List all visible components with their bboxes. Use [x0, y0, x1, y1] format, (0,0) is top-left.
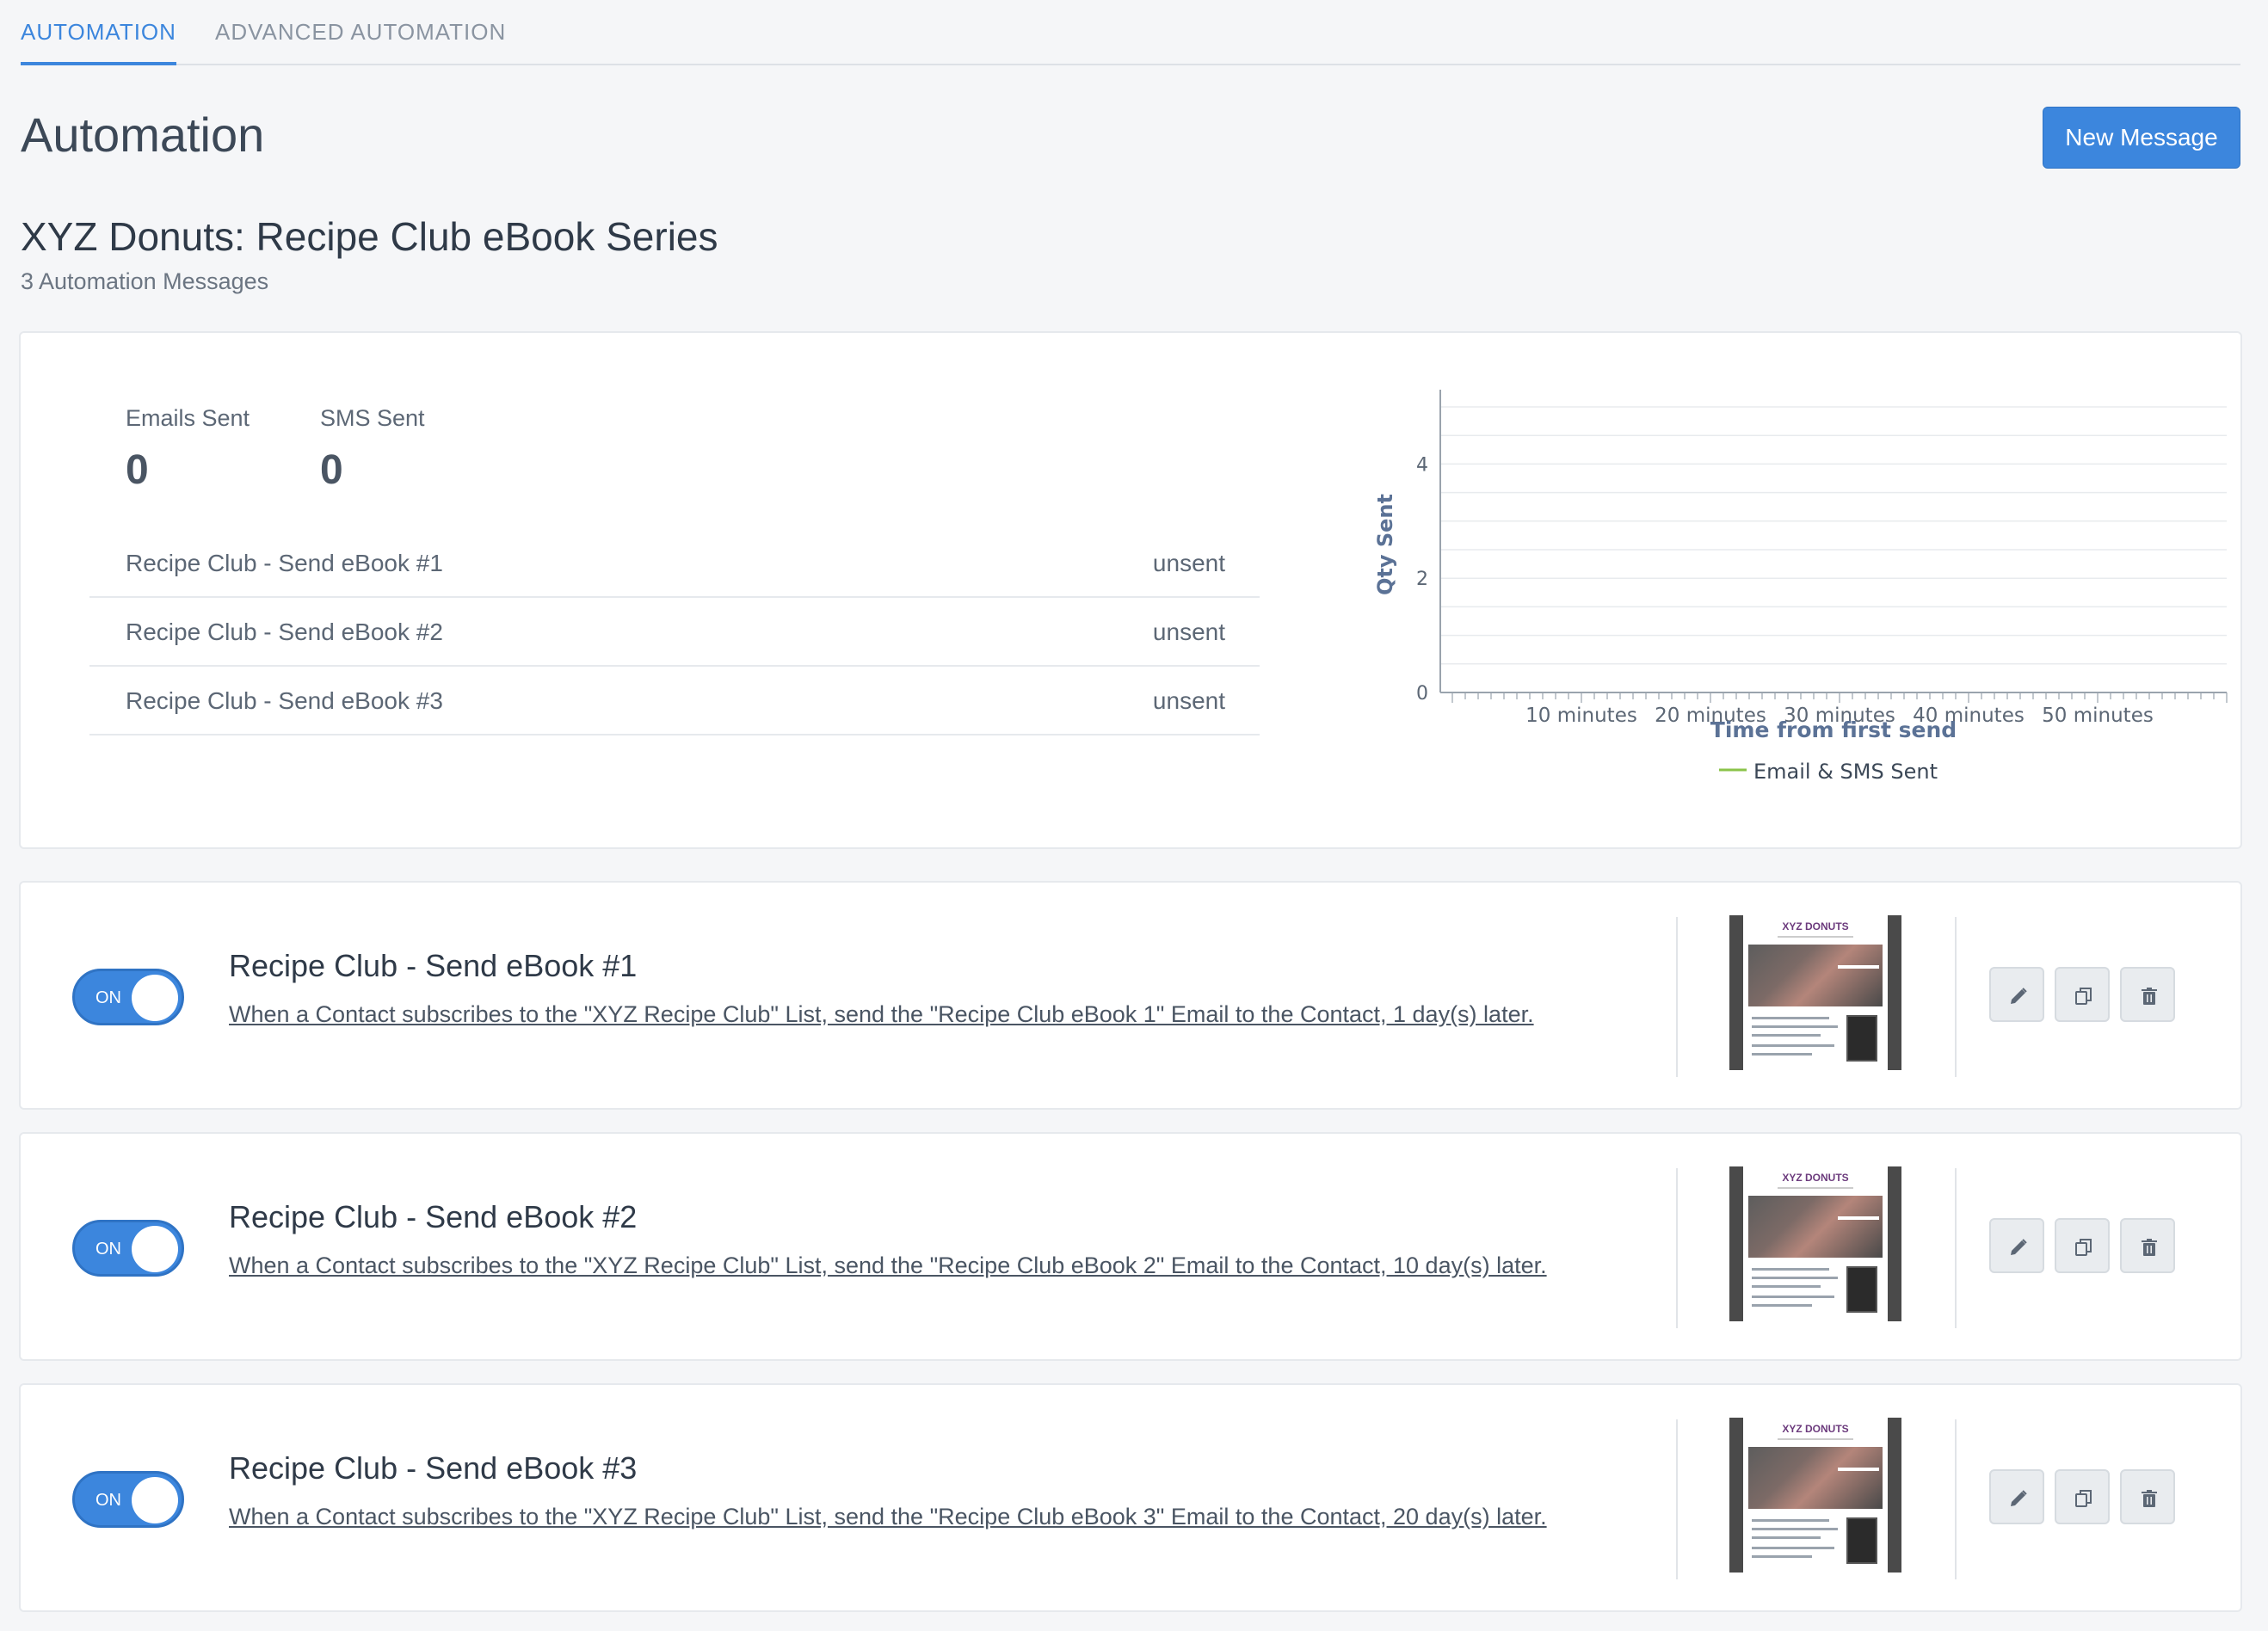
pencil-icon — [2011, 988, 2027, 1004]
x-axis-label: Time from first send — [1710, 717, 1957, 742]
automation-toggle[interactable]: ON — [72, 1471, 184, 1528]
y-tick-label: 2 — [1416, 569, 1428, 590]
x-tick-label: 50 minutes — [2042, 705, 2154, 727]
email-preview-thumbnail[interactable]: XYZ DONUTS — [1729, 915, 1901, 1070]
card-divider — [1955, 917, 1957, 1077]
trash-icon — [2142, 1239, 2157, 1256]
y-tick-label: 0 — [1416, 683, 1428, 705]
list-item: Recipe Club - Send eBook #3 unsent — [89, 667, 1260, 735]
message-status: unsent — [1152, 687, 1225, 714]
automation-card: ON Recipe Club - Send eBook #2 When a Co… — [19, 1132, 2242, 1361]
sms-sent-value: 0 — [320, 447, 343, 493]
toggle-label: ON — [96, 988, 121, 1007]
automation-card: ON Recipe Club - Send eBook #3 When a Co… — [19, 1383, 2242, 1612]
list-item: Recipe Club - Send eBook #1 unsent — [89, 529, 1260, 598]
copy-icon — [2075, 1239, 2092, 1256]
trash-icon — [2142, 1490, 2157, 1507]
automation-card: ON Recipe Club - Send eBook #1 When a Co… — [19, 881, 2242, 1110]
message-status-list: Recipe Club - Send eBook #1 unsent Recip… — [89, 529, 1260, 735]
sms-sent-label: SMS Sent — [320, 405, 425, 431]
edit-button[interactable] — [1989, 1469, 2044, 1524]
card-divider — [1676, 917, 1678, 1077]
delete-button[interactable] — [2120, 1469, 2175, 1524]
automation-description-link[interactable]: When a Contact subscribes to the "XYZ Re… — [229, 1001, 1534, 1028]
delete-button[interactable] — [2120, 1218, 2175, 1273]
card-divider — [1676, 1419, 1678, 1579]
copy-button[interactable] — [2055, 1218, 2110, 1273]
pencil-icon — [2011, 1490, 2027, 1506]
automation-title: Recipe Club - Send eBook #3 — [229, 1450, 638, 1486]
toggle-knob — [132, 1477, 178, 1523]
automation-description-link[interactable]: When a Contact subscribes to the "XYZ Re… — [229, 1252, 1547, 1279]
thumbnail-logo: XYZ DONUTS — [1782, 1423, 1849, 1435]
copy-button[interactable] — [2055, 967, 2110, 1022]
emails-sent-label: Emails Sent — [126, 405, 250, 431]
card-divider — [1955, 1419, 1957, 1579]
email-preview-thumbnail[interactable]: XYZ DONUTS — [1729, 1418, 1901, 1573]
card-divider — [1676, 1168, 1678, 1328]
toggle-knob — [132, 1226, 178, 1272]
email-preview-thumbnail[interactable]: XYZ DONUTS — [1729, 1166, 1901, 1321]
y-tick-label: 4 — [1416, 454, 1428, 476]
automation-description-link[interactable]: When a Contact subscribes to the "XYZ Re… — [229, 1504, 1547, 1530]
x-minor-ticks — [1451, 692, 2228, 703]
trash-icon — [2142, 988, 2157, 1005]
x-tick-label: 10 minutes — [1525, 705, 1637, 727]
message-status: unsent — [1152, 619, 1225, 645]
message-name: Recipe Club - Send eBook #1 — [126, 550, 443, 576]
emails-sent-value: 0 — [126, 447, 149, 493]
automation-toggle[interactable]: ON — [72, 969, 184, 1025]
toggle-label: ON — [96, 1491, 121, 1510]
pencil-icon — [2011, 1239, 2027, 1255]
sent-over-time-chart: 024 10 minutes 20 minutes 30 minutes 40 min… — [1373, 390, 2228, 784]
automation-title: Recipe Club - Send eBook #2 — [229, 1199, 638, 1234]
tab-automation[interactable]: AUTOMATION — [21, 19, 176, 65]
new-message-button[interactable]: New Message — [2043, 107, 2240, 169]
copy-button[interactable] — [2055, 1469, 2110, 1524]
series-subtitle: 3 Automation Messages — [21, 268, 269, 294]
legend-label: Email & SMS Sent — [1753, 760, 1938, 784]
thumbnail-logo: XYZ DONUTS — [1782, 1172, 1849, 1184]
automation-toggle[interactable]: ON — [72, 1220, 184, 1277]
automation-title: Recipe Club - Send eBook #1 — [229, 948, 638, 983]
toggle-label: ON — [96, 1240, 121, 1259]
stats-panel: Emails Sent 0 SMS Sent 0 Recipe Club - S… — [19, 331, 2242, 849]
message-status: unsent — [1152, 550, 1225, 576]
page-title: Automation — [21, 108, 265, 162]
tab-advanced-automation[interactable]: ADVANCED AUTOMATION — [215, 19, 506, 46]
card-divider — [1955, 1168, 1957, 1328]
message-name: Recipe Club - Send eBook #2 — [126, 619, 443, 645]
tab-bar: AUTOMATION ADVANCED AUTOMATION — [21, 0, 2240, 65]
chart-grid — [1440, 406, 2227, 693]
thumbnail-logo: XYZ DONUTS — [1782, 920, 1849, 932]
message-name: Recipe Club - Send eBook #3 — [126, 687, 443, 714]
y-axis-label: Qty Sent — [1373, 494, 1397, 595]
toggle-knob — [132, 975, 178, 1021]
edit-button[interactable] — [1989, 967, 2044, 1022]
delete-button[interactable] — [2120, 967, 2175, 1022]
copy-icon — [2075, 1490, 2092, 1507]
list-item: Recipe Club - Send eBook #2 unsent — [89, 598, 1260, 667]
edit-button[interactable] — [1989, 1218, 2044, 1273]
copy-icon — [2075, 988, 2092, 1005]
series-title: XYZ Donuts: Recipe Club eBook Series — [21, 214, 718, 259]
